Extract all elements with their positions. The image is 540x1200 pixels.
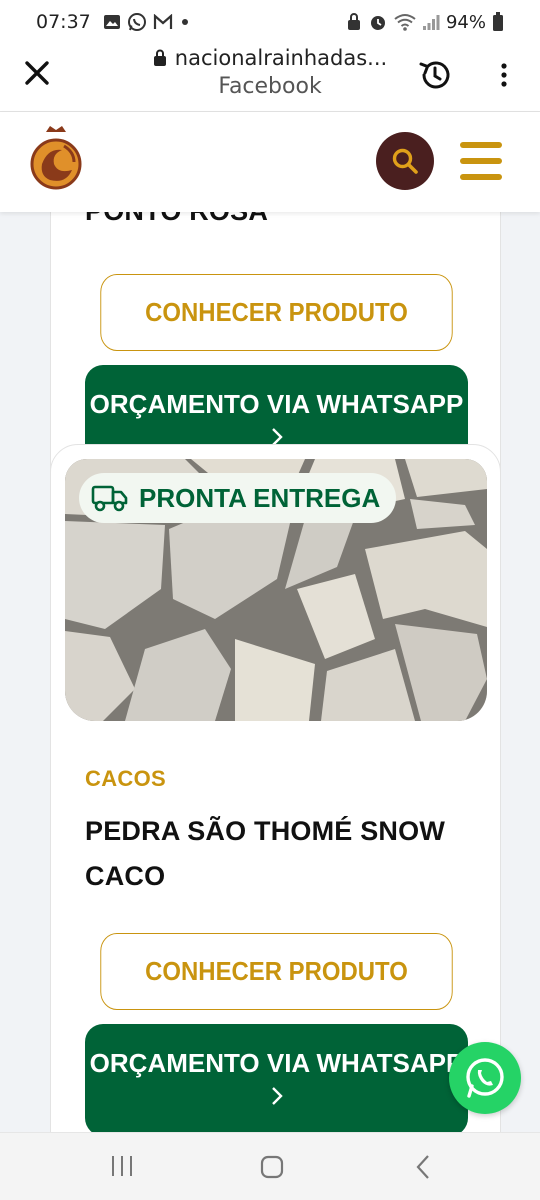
history-icon[interactable] [416,56,454,94]
address-bar[interactable]: nacionalrainhadas... Facebook [130,46,410,99]
lock-icon [153,49,166,66]
chevron-right-icon [271,1087,283,1105]
whatsapp-icon [127,12,147,32]
system-nav-bar [0,1132,540,1200]
conhecer-produto-button[interactable]: CONHECER PRODUTO [100,933,453,1010]
status-time: 07:37 [36,11,91,33]
source-label: Facebook [218,74,322,99]
whatsapp-icon [466,1058,504,1098]
back-icon[interactable] [414,1153,432,1181]
signal-icon [422,13,440,31]
product-category: CACOS [85,766,166,791]
conhecer-produto-button[interactable]: CONHECER PRODUTO [100,274,453,351]
delivery-truck-icon [91,485,128,512]
lock-icon [346,13,362,31]
product-name: PONTO ROSA [85,212,268,234]
menu-bar-icon [460,158,502,164]
home-icon[interactable] [260,1155,284,1179]
whatsapp-float-button[interactable] [449,1042,521,1114]
status-bar: 07:37 94% [0,0,540,44]
gmail-icon [153,14,173,30]
search-button[interactable] [376,132,434,190]
wifi-icon [394,13,416,31]
menu-button[interactable] [460,142,502,180]
recents-icon[interactable] [108,1155,136,1177]
gallery-icon [103,13,121,31]
brand-logo[interactable] [28,124,84,192]
whatsapp-button-label: ORÇAMENTO VIA WHATSAPP [89,1048,464,1078]
search-icon [392,148,418,174]
product-card: PRONTA ENTREGA CACOS PEDRA SÃO THOMÉ SNO… [50,444,501,1132]
menu-bar-icon [460,142,502,148]
orcamento-whatsapp-button[interactable]: ORÇAMENTO VIA WHATSAPP [85,1024,468,1132]
pronta-entrega-badge: PRONTA ENTREGA [79,473,397,523]
whatsapp-button-label: ORÇAMENTO VIA WHATSAPP [89,389,464,419]
product-name-line1: PEDRA SÃO THOMÉ SNOW [85,816,446,846]
product-name-line2: CACO [85,861,166,891]
battery-percent: 94% [445,11,486,33]
badge-label: PRONTA ENTREGA [139,482,381,513]
alarm-icon [368,12,388,32]
product-image[interactable]: PRONTA ENTREGA [65,459,487,721]
battery-icon [492,12,504,32]
browser-toolbar: nacionalrainhadas... Facebook [0,44,540,112]
site-header [0,112,540,212]
product-list: PONTO ROSA CONHECER PRODUTO ORÇAMENTO VI… [0,212,540,1132]
url-text: nacionalrainhadas... [174,46,388,70]
menu-bar-icon [460,174,502,180]
dot-icon [179,16,191,28]
more-options-icon[interactable] [492,60,516,90]
close-icon[interactable] [20,56,54,90]
